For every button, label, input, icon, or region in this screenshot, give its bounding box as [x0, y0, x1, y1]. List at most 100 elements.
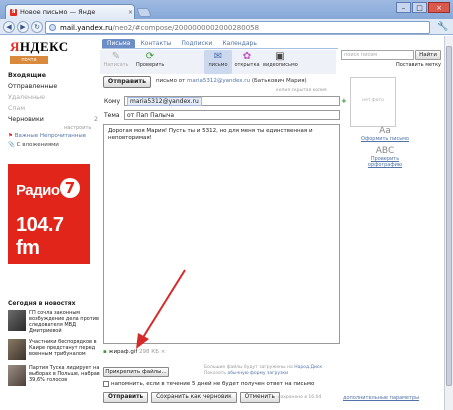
cc-bcc-links[interactable]: копия скрытая копия — [276, 88, 327, 93]
attach-files-button[interactable]: Прикрепить файлы... — [103, 367, 169, 377]
subject-field[interactable]: от Пап Палыча — [124, 110, 340, 120]
browser-tab[interactable]: Я Новое письмо — Янде × — [5, 4, 135, 19]
maximize-button[interactable]: □ — [412, 2, 427, 13]
sender-photo[interactable]: нет фото — [350, 77, 396, 127]
label-unread[interactable]: Непрочитанные — [40, 133, 86, 139]
settings-link[interactable]: настроить — [64, 125, 91, 131]
address-bar[interactable]: mail.yandex.ru/neo2/#compose/20000000020… — [45, 21, 430, 34]
folder-inbox[interactable]: Входящие — [8, 70, 98, 81]
postcard-button[interactable]: ✿ открытка — [233, 50, 261, 68]
main-tabs: Письма Контакты Подписки Календарь — [102, 39, 338, 49]
arrow-shaft — [141, 269, 186, 340]
page-globe-icon — [49, 24, 56, 31]
drafts-count: 2 — [93, 116, 98, 123]
arrow-head — [136, 333, 149, 349]
tab-contacts[interactable]: Контакты — [135, 39, 177, 49]
news-photo — [8, 365, 26, 386]
with-attachments-filter[interactable]: 📎 С вложениями — [8, 142, 59, 148]
format-icon: Aa — [379, 126, 391, 136]
remove-attachment-icon[interactable]: × — [161, 349, 166, 355]
subject-label: Тема — [104, 112, 120, 119]
from-line: письмо от maria5312@yandex.ru (Батькович… — [156, 78, 307, 84]
tab-letters[interactable]: Письма — [102, 39, 136, 49]
folder-drafts[interactable]: Черновики 2 — [8, 114, 98, 125]
write-icon: ✎ — [111, 51, 121, 62]
video-icon: ▣ — [275, 51, 285, 62]
extra-params-link[interactable]: дополнительные параметры — [343, 395, 419, 401]
window-controls: – □ × — [396, 2, 450, 13]
page-scrollbar[interactable] — [444, 36, 453, 410]
news-heading[interactable]: Сегодня в новостях — [8, 300, 76, 307]
labels-line: ⚑ Важные Непрочитанные — [8, 133, 100, 139]
from-email[interactable]: maria5312@yandex.ru — [187, 78, 250, 84]
news-item[interactable]: ГП сочла законным возбуждение дела проти… — [8, 310, 100, 334]
folder-spam[interactable]: Спам — [8, 103, 98, 114]
minimize-button[interactable]: – — [396, 2, 411, 13]
ad-frequency: 104.7 fm — [16, 214, 64, 259]
forward-button[interactable]: ▶ — [17, 21, 29, 33]
to-label: Кому — [104, 98, 121, 105]
news-photo — [8, 310, 26, 331]
tab-subscriptions[interactable]: Подписки — [176, 39, 218, 49]
format-tools: Aa Оформить письмо ABC Проверить орфогра… — [355, 126, 415, 168]
red-arrow-annotation — [136, 269, 186, 349]
check-mail-button[interactable]: ⟳ Проверить — [136, 50, 164, 68]
cancel-button[interactable]: Отменить — [239, 392, 280, 403]
from-name: (Батькович Мария) — [251, 78, 307, 84]
search-button[interactable]: Найти — [415, 50, 441, 60]
attachment-name: жираф.gif — [108, 349, 138, 355]
paperclip-icon: 📎 — [8, 142, 15, 148]
bottom-buttons: Отправить Сохранить как черновик Отменит… — [103, 392, 280, 403]
folder-deleted[interactable]: Удаленные — [8, 92, 98, 103]
folder-sent[interactable]: Отправленные — [8, 81, 98, 92]
spellcheck-icon: ABC — [375, 146, 395, 156]
send-button-top[interactable]: Отправить — [103, 76, 151, 88]
close-window-button[interactable]: × — [428, 2, 450, 13]
simple-upload-link[interactable]: обычную форму загрузки — [227, 371, 288, 376]
attachment-item[interactable]: ▪ жираф.gif 298 КБ × — [103, 349, 165, 355]
videoletter-button[interactable]: ▣ видеописьмо — [263, 50, 298, 68]
gif-file-icon: ▪ — [103, 349, 107, 355]
attachment-size: 298 КБ — [139, 349, 159, 355]
back-button[interactable]: ◀ — [3, 21, 15, 33]
logo-text: ЯНДЕКС — [10, 39, 69, 54]
search-input[interactable]: поиск писем — [341, 50, 414, 60]
radio7-banner[interactable]: Радио 7 104.7 fm — [8, 164, 90, 264]
tab-title: Новое письмо — Янде — [20, 8, 96, 16]
news-item[interactable]: Участники беспорядков в Каире предстанут… — [8, 339, 100, 360]
ad-seven-badge: 7 — [60, 178, 80, 198]
wrench-menu-icon[interactable]: 🔧 — [437, 22, 448, 32]
letter-button[interactable]: ✉ письмо — [204, 50, 232, 74]
tab-close-icon[interactable]: × — [128, 9, 133, 16]
reload-button[interactable]: ↻ — [31, 21, 43, 33]
logo-pochta: почта — [10, 56, 48, 64]
set-label-link[interactable]: Поставить метку — [396, 62, 441, 68]
recipient-chip[interactable]: maria5312@yandex.ru — [127, 97, 202, 106]
postcard-icon: ✿ — [242, 51, 252, 62]
add-contact-icon[interactable]: + — [341, 97, 347, 105]
scrollbar-thumb[interactable] — [446, 46, 452, 386]
reminder-option[interactable]: напомнить, если в течение 5 дней не буде… — [103, 381, 314, 387]
folder-list: Входящие Отправленные Удаленные Спам Чер… — [8, 70, 98, 125]
to-field[interactable]: maria5312@yandex.ru — [124, 96, 340, 106]
url-path: /neo2/#compose/2000000002000280058 — [112, 23, 260, 32]
news-photo — [8, 339, 26, 360]
spellcheck-link[interactable]: Проверить орфографию — [355, 156, 415, 168]
compose-toolbar: ✎ Написать ⟳ Проверить ✉ письмо ✿ открыт… — [100, 50, 336, 74]
write-button[interactable]: ✎ Написать — [102, 50, 130, 68]
refresh-icon: ⟳ — [145, 51, 155, 62]
flag-icon: ⚑ — [8, 133, 13, 139]
format-letter-link[interactable]: Оформить письмо — [355, 136, 415, 142]
reminder-checkbox[interactable] — [103, 381, 109, 387]
tab-calendar[interactable]: Календарь — [217, 39, 262, 49]
label-important[interactable]: Важные — [15, 133, 38, 139]
save-draft-button[interactable]: Сохранить как черновик — [151, 392, 237, 403]
news-item[interactable]: Партия Туска лидирует на выборах в Польш… — [8, 365, 100, 386]
news-list: ГП сочла законным возбуждение дела проти… — [8, 310, 100, 391]
letter-icon: ✉ — [213, 51, 223, 62]
ad-radio-text: Радио — [16, 182, 60, 199]
yandex-logo[interactable]: ЯНДЕКС почта — [10, 39, 70, 64]
attach-note: Большие файлы будут загружены на Народ.Д… — [204, 365, 323, 376]
send-button[interactable]: Отправить — [103, 392, 149, 403]
narod-disk-link[interactable]: Народ.Диск — [294, 365, 322, 370]
